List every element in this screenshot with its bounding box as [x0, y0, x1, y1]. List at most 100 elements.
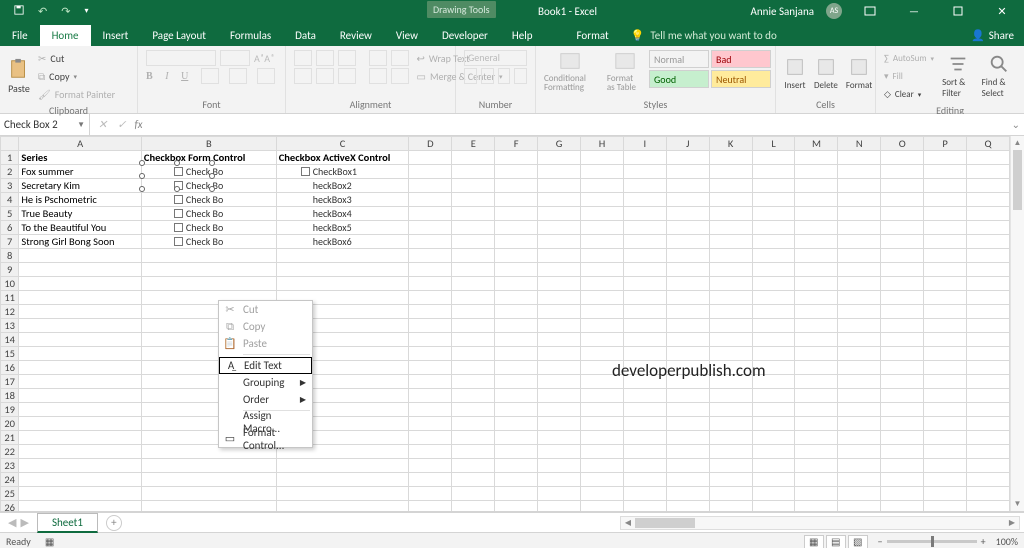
cell[interactable]	[752, 333, 795, 347]
cell[interactable]	[709, 263, 752, 277]
cell[interactable]	[141, 501, 276, 513]
cell[interactable]	[538, 487, 581, 501]
cell[interactable]	[967, 347, 1010, 361]
cell[interactable]	[452, 319, 495, 333]
cell[interactable]	[409, 263, 452, 277]
cell[interactable]	[581, 207, 624, 221]
cell[interactable]	[752, 249, 795, 263]
cell[interactable]	[581, 403, 624, 417]
worksheet-grid[interactable]: ABCDEFGHIJKLMNOPQ1SeriesCheckbox Form Co…	[0, 136, 1024, 512]
cell[interactable]	[452, 277, 495, 291]
cell[interactable]	[581, 333, 624, 347]
cell[interactable]	[276, 263, 409, 277]
cell[interactable]	[452, 487, 495, 501]
cell[interactable]	[838, 361, 881, 375]
cell[interactable]	[19, 459, 142, 473]
format-painter-button[interactable]: 🖌Format Painter	[38, 86, 115, 102]
cell[interactable]	[666, 417, 709, 431]
number-format[interactable]: General	[464, 50, 527, 66]
row-header[interactable]: 17	[1, 375, 19, 389]
cell[interactable]	[495, 333, 538, 347]
cell[interactable]	[838, 207, 881, 221]
cell[interactable]	[924, 277, 967, 291]
cell[interactable]	[581, 459, 624, 473]
cell[interactable]	[924, 403, 967, 417]
cell[interactable]	[666, 445, 709, 459]
cell[interactable]	[495, 249, 538, 263]
cell[interactable]	[838, 501, 881, 513]
activex-checkbox[interactable]: heckBox6	[313, 235, 407, 248]
cell[interactable]	[709, 319, 752, 333]
cell[interactable]	[409, 403, 452, 417]
cell[interactable]	[581, 473, 624, 487]
cell[interactable]	[924, 361, 967, 375]
cell[interactable]	[409, 445, 452, 459]
cell[interactable]	[752, 389, 795, 403]
cell[interactable]	[967, 165, 1010, 179]
cell[interactable]	[881, 319, 924, 333]
cell[interactable]	[924, 389, 967, 403]
row-header[interactable]: 16	[1, 361, 19, 375]
cell[interactable]	[19, 487, 142, 501]
row-header[interactable]: 1	[1, 151, 19, 165]
cell[interactable]	[538, 249, 581, 263]
cell[interactable]	[495, 417, 538, 431]
cell[interactable]	[838, 291, 881, 305]
row-header[interactable]: 15	[1, 347, 19, 361]
row-header[interactable]: 2	[1, 165, 19, 179]
cell[interactable]	[276, 501, 409, 513]
form-checkbox[interactable]: Check Bo	[174, 207, 274, 220]
cell[interactable]	[452, 403, 495, 417]
cell[interactable]	[666, 165, 709, 179]
cell[interactable]	[623, 403, 666, 417]
zoom-in-icon[interactable]: +	[981, 535, 986, 548]
cell[interactable]	[452, 165, 495, 179]
cell[interactable]	[581, 305, 624, 319]
scroll-down-icon[interactable]: ▼	[1011, 497, 1024, 511]
cell[interactable]	[538, 375, 581, 389]
zoom-out-icon[interactable]: −	[878, 535, 883, 548]
cell[interactable]	[924, 179, 967, 193]
ctx-paste[interactable]: 📋Paste	[219, 335, 312, 352]
fill[interactable]: ▾Fill	[884, 68, 934, 84]
cell[interactable]	[495, 221, 538, 235]
cell[interactable]	[452, 333, 495, 347]
cell[interactable]	[795, 389, 838, 403]
cell[interactable]	[452, 151, 495, 165]
row-header[interactable]: 14	[1, 333, 19, 347]
cell[interactable]	[881, 207, 924, 221]
minimize-icon[interactable]: —	[898, 0, 930, 22]
cell[interactable]	[967, 487, 1010, 501]
cell[interactable]	[709, 487, 752, 501]
column-header[interactable]: C	[276, 137, 409, 151]
cell[interactable]	[795, 501, 838, 513]
column-header[interactable]: H	[581, 137, 624, 151]
cell[interactable]	[709, 151, 752, 165]
cell[interactable]	[623, 179, 666, 193]
cell[interactable]: He is Pschometric	[19, 193, 142, 207]
form-checkbox[interactable]: Check Bo	[174, 193, 274, 206]
cell[interactable]	[709, 431, 752, 445]
cell[interactable]: heckBox5	[276, 221, 409, 235]
cells-delete[interactable]: Delete	[810, 48, 842, 98]
cell[interactable]	[19, 333, 142, 347]
cell[interactable]	[752, 277, 795, 291]
cell[interactable]	[538, 179, 581, 193]
tab-developer[interactable]: Developer	[430, 25, 500, 46]
cell[interactable]: Check Bo	[141, 193, 276, 207]
cell[interactable]	[795, 151, 838, 165]
paste-button[interactable]: Paste	[4, 48, 34, 104]
cell[interactable]	[495, 151, 538, 165]
font-family[interactable]: A ͣ A ͣ	[146, 50, 277, 66]
cell[interactable]	[409, 431, 452, 445]
cell[interactable]	[795, 361, 838, 375]
cell[interactable]	[19, 249, 142, 263]
cell[interactable]	[924, 487, 967, 501]
cell[interactable]	[967, 277, 1010, 291]
cell[interactable]	[838, 445, 881, 459]
cell[interactable]	[452, 235, 495, 249]
cell[interactable]	[666, 403, 709, 417]
clear[interactable]: ◇Clear ▾	[884, 86, 934, 102]
cell[interactable]: Series	[19, 151, 142, 165]
cell[interactable]	[623, 459, 666, 473]
